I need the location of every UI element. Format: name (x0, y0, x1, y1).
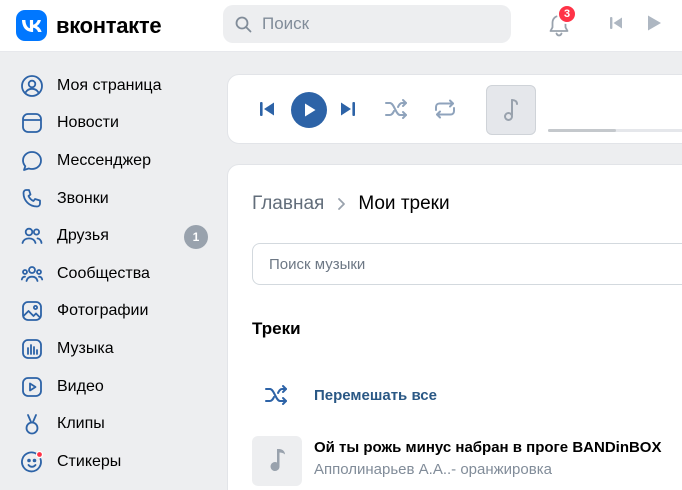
sidebar-item-music[interactable]: Музыка (0, 330, 226, 368)
prev-track-button[interactable] (258, 100, 276, 118)
communities-icon (19, 261, 45, 287)
repeat-icon (435, 99, 455, 119)
sidebar-item-label: Клипы (57, 415, 105, 433)
phone-icon (19, 186, 45, 212)
play-icon (648, 15, 661, 31)
sidebar-item-label: Друзья (57, 227, 109, 245)
track-cover (486, 85, 536, 135)
shuffle-all-label: Перемешать все (314, 386, 437, 404)
stickers-icon (19, 449, 45, 475)
clips-icon (19, 411, 45, 437)
main-content: Главная Мои треки Треки Перемешать все О… (227, 164, 682, 490)
audio-player (227, 74, 682, 144)
sidebar-item-photos[interactable]: Фотографии (0, 293, 226, 331)
sidebar-item-label: Звонки (57, 189, 109, 207)
friends-count-badge: 1 (184, 225, 208, 250)
header-search-input[interactable] (262, 14, 492, 34)
news-icon (19, 110, 45, 136)
sidebar-item-video[interactable]: Видео (0, 368, 226, 406)
play-icon (305, 103, 316, 117)
sidebar-item-label: Стикеры (57, 452, 122, 470)
track-info: Ой ты рожь минус набран в проге BANDinBO… (314, 436, 661, 486)
shuffle-icon (385, 99, 407, 119)
sidebar-item-my-page[interactable]: Моя страница (0, 67, 226, 105)
play-button[interactable] (291, 92, 327, 128)
message-icon (19, 148, 45, 174)
video-icon (19, 374, 45, 400)
breadcrumb-current: Мои треки (358, 193, 450, 214)
logo-text: вконтакте (56, 12, 162, 38)
user-circle-icon (19, 73, 45, 99)
header-play-button[interactable] (645, 14, 663, 37)
sidebar-item-calls[interactable]: Звонки (0, 180, 226, 218)
sidebar-item-label: Новости (57, 114, 119, 132)
music-icon (19, 336, 45, 362)
breadcrumb: Главная Мои треки (252, 193, 450, 215)
sidebar-item-label: Сообщества (57, 264, 150, 282)
music-search-input[interactable] (252, 243, 682, 285)
music-note-icon (270, 449, 285, 472)
sidebar-item-label: Видео (57, 377, 104, 395)
sidebar-item-stickers[interactable]: Стикеры (0, 443, 226, 481)
search-icon (235, 16, 252, 32)
repeat-button[interactable] (432, 97, 458, 121)
shuffle-icon (265, 385, 287, 405)
sidebar-item-label: Музыка (57, 339, 114, 357)
shuffle-all-button[interactable]: Перемешать все (264, 383, 437, 407)
sidebar-item-news[interactable]: Новости (0, 105, 226, 143)
breadcrumb-home[interactable]: Главная (252, 193, 324, 215)
photo-icon (19, 298, 45, 324)
skip-forward-icon (341, 102, 355, 116)
track-artist[interactable]: Апполинарьев А.А..- оранжировка (314, 461, 661, 478)
sidebar-item-label: Мессенджер (57, 151, 151, 169)
skip-back-icon (610, 17, 622, 29)
track-title[interactable]: Ой ты рожь минус набран в проге BANDinBO… (314, 439, 661, 456)
sidebar-item-clips[interactable]: Клипы (0, 405, 226, 443)
track-row[interactable]: Ой ты рожь минус набран в проге BANDinBO… (252, 436, 661, 486)
next-track-button[interactable] (339, 100, 357, 118)
sidebar-item-communities[interactable]: Сообщества (0, 255, 226, 293)
sidebar: Моя страница Новости Мессенджер Звонки Д… (0, 67, 226, 481)
track-thumbnail[interactable] (252, 436, 302, 486)
playback-progress-fill (548, 129, 616, 132)
sidebar-item-friends[interactable]: Друзья 1 (0, 217, 226, 255)
notifications-badge: 3 (557, 4, 577, 24)
friends-icon (19, 223, 45, 249)
shuffle-button[interactable] (384, 97, 410, 121)
vk-logo[interactable]: вконтакте (16, 10, 162, 41)
sidebar-item-label: Фотографии (57, 302, 149, 320)
header-prev-button[interactable] (608, 15, 624, 36)
chevron-right-icon (336, 196, 346, 212)
header-search[interactable] (223, 5, 511, 43)
sidebar-item-messenger[interactable]: Мессенджер (0, 142, 226, 180)
sidebar-item-label: Моя страница (57, 76, 162, 94)
section-title: Треки (252, 319, 301, 338)
music-note-icon (504, 99, 518, 121)
vk-logo-icon (16, 10, 47, 41)
playback-progress[interactable] (548, 129, 682, 132)
skip-back-icon (260, 102, 274, 116)
top-header: вконтакте 3 (0, 0, 682, 52)
